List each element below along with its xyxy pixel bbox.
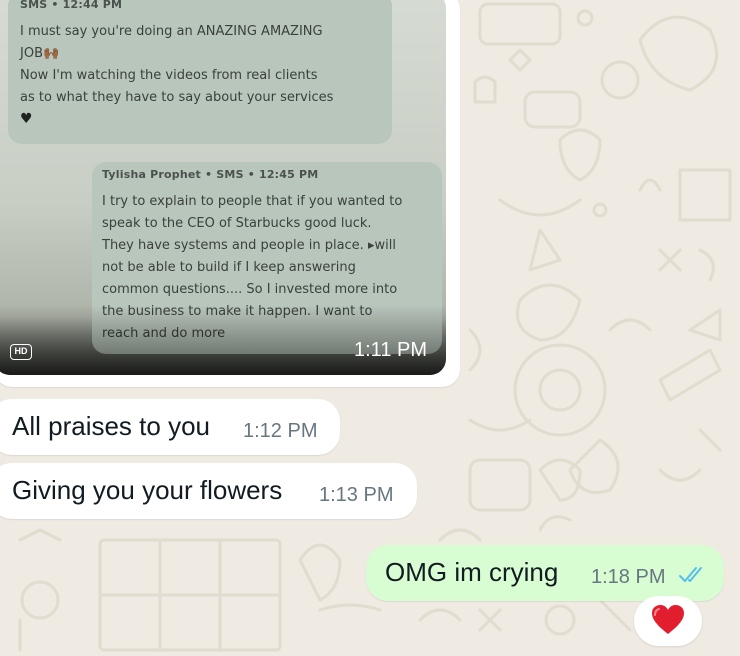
incoming-message[interactable]: All praises to you 1:12 PM [0, 399, 340, 455]
message-text: OMG im crying [385, 557, 559, 587]
red-heart-icon [652, 605, 684, 634]
photo-sms-heart: ♥ [20, 111, 33, 127]
incoming-photo-message[interactable]: SMS • 12:44 PM I must say you're doing a… [0, 0, 460, 387]
message-timestamp: 1:13 PM [319, 484, 394, 506]
message-text: Giving you your flowers [12, 475, 283, 505]
message-text: All praises to you [12, 411, 210, 441]
message-timestamp: 1:18 PM [591, 566, 666, 588]
photo-timestamp: 1:11 PM [354, 339, 427, 361]
message-reaction[interactable] [634, 596, 702, 646]
message-timestamp: 1:12 PM [243, 420, 318, 442]
outgoing-message[interactable]: OMG im crying 1:18 PM [366, 545, 724, 601]
message-photo[interactable]: SMS • 12:44 PM I must say you're doing a… [0, 0, 446, 375]
photo-sms-meta: SMS • 12:44 PM [20, 0, 123, 11]
photo-sms-meta: Tylisha Prophet • SMS • 12:45 PM [102, 168, 319, 181]
photo-sms-bubble: SMS • 12:44 PM I must say you're doing a… [8, 0, 392, 144]
read-receipt-double-check-icon [679, 567, 702, 582]
incoming-message[interactable]: Giving you your flowers 1:13 PM [0, 463, 417, 519]
photo-sms-text: I must say you're doing an ANAZING AMAZI… [20, 24, 334, 105]
hd-badge: HD [10, 344, 32, 360]
